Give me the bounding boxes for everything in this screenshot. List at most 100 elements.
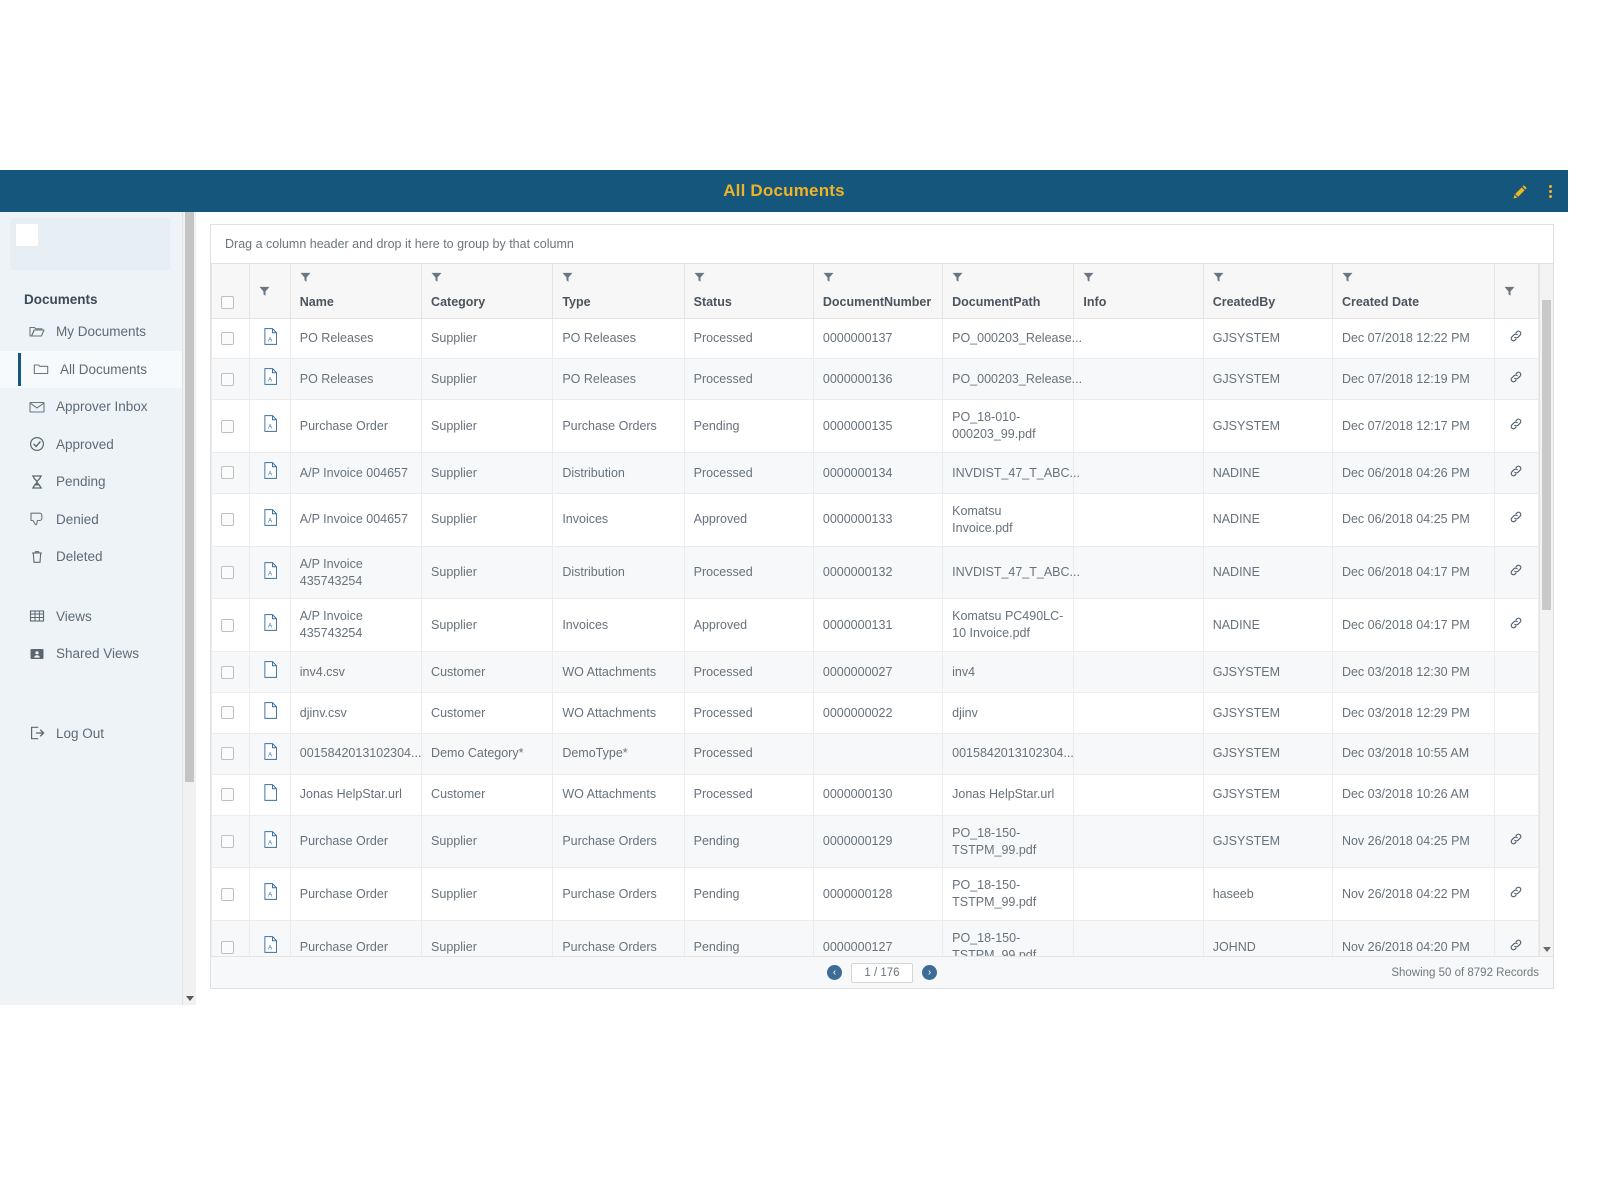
sidebar-item-deleted[interactable]: Deleted xyxy=(0,538,182,576)
pdf-file-icon[interactable]: A xyxy=(250,400,290,453)
filter-icon[interactable] xyxy=(1342,272,1485,286)
pencil-icon[interactable] xyxy=(1510,180,1530,202)
group-by-dropzone[interactable]: Drag a column header and drop it here to… xyxy=(211,225,1553,264)
filter-icon[interactable] xyxy=(1083,272,1193,286)
row-select-cell[interactable] xyxy=(212,318,250,359)
row-select-cell[interactable] xyxy=(212,815,250,868)
link-icon[interactable] xyxy=(1509,888,1523,902)
sidebar-item-shared-views[interactable]: Shared Views xyxy=(0,635,182,673)
blank-file-icon[interactable] xyxy=(250,652,290,693)
sidebar-item-pending[interactable]: Pending xyxy=(0,463,182,501)
grid-vertical-scrollbar[interactable] xyxy=(1539,264,1553,956)
link-icon[interactable] xyxy=(1509,513,1523,527)
table-row[interactable]: AA/P Invoice 435743254SupplierDistributi… xyxy=(212,546,1539,599)
sidebar-scroll-down-icon[interactable] xyxy=(183,991,196,1005)
link-icon[interactable] xyxy=(1509,420,1523,434)
sidebar-item-log-out[interactable]: Log Out xyxy=(0,715,182,753)
next-page-icon[interactable]: › xyxy=(922,965,937,980)
pdf-file-icon[interactable]: A xyxy=(250,359,290,400)
row-checkbox[interactable] xyxy=(221,466,234,479)
sidebar-item-denied[interactable]: Denied xyxy=(0,501,182,539)
row-checkbox[interactable] xyxy=(221,835,234,848)
prev-page-icon[interactable]: ‹ xyxy=(827,965,842,980)
row-select-cell[interactable] xyxy=(212,921,250,956)
link-icon[interactable] xyxy=(1509,835,1523,849)
row-checkbox[interactable] xyxy=(221,706,234,719)
blank-file-icon[interactable] xyxy=(250,693,290,734)
row-checkbox[interactable] xyxy=(221,941,234,954)
table-row[interactable]: APO ReleasesSupplierPO ReleasesProcessed… xyxy=(212,359,1539,400)
row-select-cell[interactable] xyxy=(212,774,250,815)
row-select-cell[interactable] xyxy=(212,400,250,453)
column-header-name[interactable]: Name xyxy=(290,264,421,318)
row-checkbox[interactable] xyxy=(221,566,234,579)
table-row[interactable]: Jonas HelpStar.urlCustomerWO Attachments… xyxy=(212,774,1539,815)
sidebar-item-my-documents[interactable]: My Documents xyxy=(0,313,182,351)
column-header-category[interactable]: Category xyxy=(422,264,553,318)
cell-link[interactable] xyxy=(1494,815,1538,868)
table-row[interactable]: APurchase OrderSupplierPurchase OrdersPe… xyxy=(212,868,1539,921)
cell-link[interactable] xyxy=(1494,921,1538,956)
kebab-menu-icon[interactable] xyxy=(1540,180,1560,202)
pdf-file-icon[interactable]: A xyxy=(250,868,290,921)
row-checkbox[interactable] xyxy=(221,666,234,679)
row-select-cell[interactable] xyxy=(212,493,250,546)
filter-icon[interactable] xyxy=(431,272,543,286)
cell-link[interactable] xyxy=(1494,868,1538,921)
sidebar-item-approver-inbox[interactable]: Approver Inbox xyxy=(0,388,182,426)
column-header-info[interactable]: Info xyxy=(1074,264,1203,318)
table-row[interactable]: AA/P Invoice 004657SupplierInvoicesAppro… xyxy=(212,493,1539,546)
scroll-down-icon[interactable] xyxy=(1540,942,1553,956)
column-header-status[interactable]: Status xyxy=(684,264,813,318)
pdf-file-icon[interactable]: A xyxy=(250,493,290,546)
sidebar-scrollbar[interactable] xyxy=(182,212,196,1005)
filter-icon[interactable] xyxy=(952,272,1064,286)
row-select-cell[interactable] xyxy=(212,359,250,400)
sidebar-scrollbar-thumb[interactable] xyxy=(185,212,194,782)
row-checkbox[interactable] xyxy=(221,513,234,526)
row-select-cell[interactable] xyxy=(212,546,250,599)
table-row[interactable]: APurchase OrderSupplierPurchase OrdersPe… xyxy=(212,400,1539,453)
row-checkbox[interactable] xyxy=(221,420,234,433)
column-header-type[interactable]: Type xyxy=(553,264,684,318)
filter-icon[interactable] xyxy=(694,272,804,286)
link-icon[interactable] xyxy=(1509,467,1523,481)
row-select-cell[interactable] xyxy=(212,652,250,693)
row-select-cell[interactable] xyxy=(212,453,250,494)
cell-link[interactable] xyxy=(1494,493,1538,546)
row-checkbox[interactable] xyxy=(221,619,234,632)
row-checkbox[interactable] xyxy=(221,373,234,386)
row-select-cell[interactable] xyxy=(212,733,250,774)
page-number-input[interactable]: 1 / 176 xyxy=(851,963,913,983)
cell-link[interactable] xyxy=(1494,318,1538,359)
cell-link[interactable] xyxy=(1494,400,1538,453)
pdf-file-icon[interactable]: A xyxy=(250,733,290,774)
row-checkbox[interactable] xyxy=(221,888,234,901)
sidebar-item-all-documents[interactable]: All Documents xyxy=(0,351,182,389)
table-row[interactable]: djinv.csvCustomerWO AttachmentsProcessed… xyxy=(212,693,1539,734)
link-icon[interactable] xyxy=(1509,941,1523,955)
table-row[interactable]: APurchase OrderSupplierPurchase OrdersPe… xyxy=(212,815,1539,868)
grid-scrollbar-thumb[interactable] xyxy=(1542,300,1551,610)
column-header-link[interactable] xyxy=(1494,264,1538,318)
filter-icon[interactable] xyxy=(562,272,674,286)
sidebar-item-views[interactable]: Views xyxy=(0,598,182,636)
column-header-createddate[interactable]: Created Date xyxy=(1332,264,1494,318)
link-icon[interactable] xyxy=(1509,332,1523,346)
table-row[interactable]: A0015842013102304...Demo Category*DemoTy… xyxy=(212,733,1539,774)
select-all-checkbox[interactable] xyxy=(221,296,234,309)
table-row[interactable]: AA/P Invoice 004657SupplierDistributionP… xyxy=(212,453,1539,494)
pdf-file-icon[interactable]: A xyxy=(250,921,290,956)
column-header-documentpath[interactable]: DocumentPath xyxy=(943,264,1074,318)
column-header-fileicon[interactable] xyxy=(250,264,290,318)
column-header-documentnumber[interactable]: DocumentNumber xyxy=(813,264,942,318)
table-row[interactable]: APurchase OrderSupplierPurchase OrdersPe… xyxy=(212,921,1539,956)
column-header-createdby[interactable]: CreatedBy xyxy=(1203,264,1332,318)
filter-icon[interactable] xyxy=(1504,286,1529,300)
cell-link[interactable] xyxy=(1494,453,1538,494)
cell-link[interactable] xyxy=(1494,599,1538,652)
table-row[interactable]: AA/P Invoice 435743254SupplierInvoicesAp… xyxy=(212,599,1539,652)
link-icon[interactable] xyxy=(1509,566,1523,580)
row-select-cell[interactable] xyxy=(212,599,250,652)
filter-icon[interactable] xyxy=(259,286,280,300)
